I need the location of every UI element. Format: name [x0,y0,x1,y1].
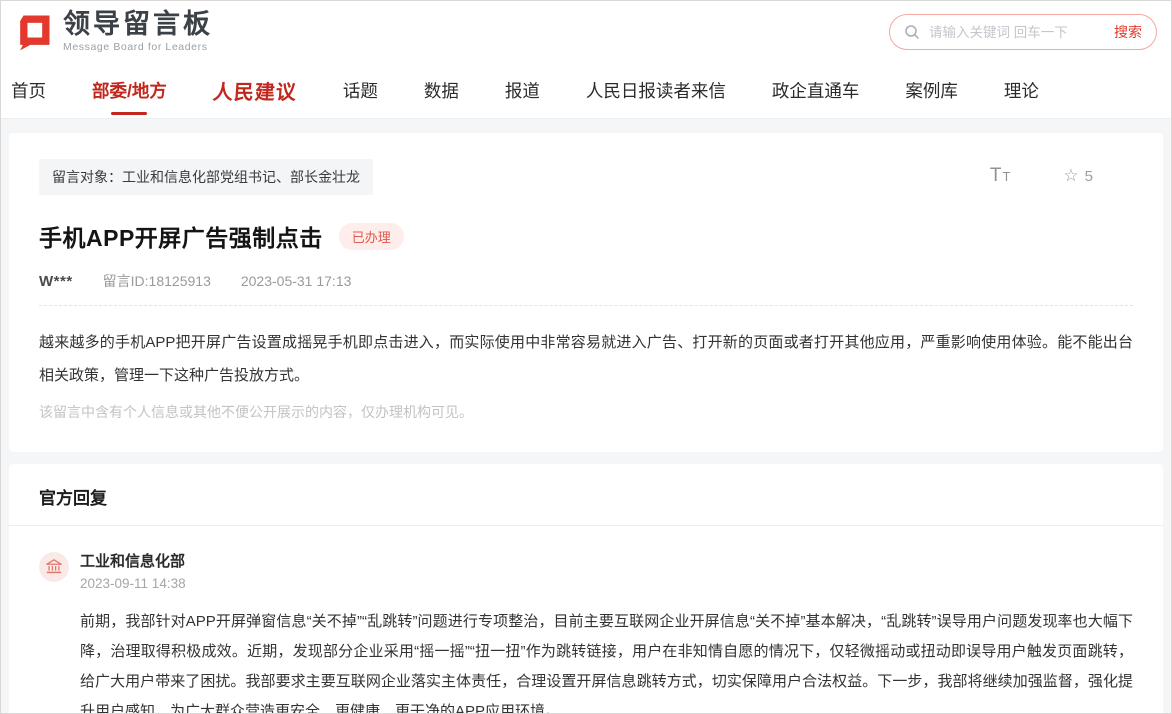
content-area: 留言对象：工业和信息化部党组书记、部长金壮龙 TT ☆ 5 手机APP开屏广告强… [1,119,1171,714]
message-title: 手机APP开屏广告强制点击 [39,219,323,253]
message-body: 越来越多的手机APP把开屏广告设置成摇晃手机即点击进入，而实际使用中非常容易就进… [39,326,1133,392]
message-timestamp: 2023-05-31 17:13 [241,273,352,289]
logo-subtitle: Message Board for Leaders [63,42,213,53]
privacy-note: 该留言中含有个人信息或其他不便公开展示的内容，仅办理机构可见。 [39,402,1133,422]
nav-item-home[interactable]: 首页 [11,78,46,103]
reply-section-header: 官方回复 [9,464,1163,526]
nav-item-reader-letters[interactable]: 人民日报读者来信 [586,78,726,103]
reply-body: 前期，我部针对APP开屏弹窗信息“关不掉”“乱跳转”问题进行专项整治，目前主要互… [80,607,1133,714]
message-toprow: 留言对象：工业和信息化部党组书记、部长金壮龙 TT ☆ 5 [39,159,1133,195]
reply-content: 工业和信息化部 2023-09-11 14:38 前期，我部针对APP开屏弹窗信… [80,550,1133,714]
message-author: W*** [39,273,73,290]
active-tab-underline [111,112,147,115]
nav-item-data[interactable]: 数据 [424,78,459,103]
nav-item-reports[interactable]: 报道 [505,78,540,103]
message-id: 留言ID:18125913 [103,271,211,291]
official-reply-card: 官方回复 工业和信息化部 2023-09-11 14:38 [9,464,1163,714]
reply-item: 工业和信息化部 2023-09-11 14:38 前期，我部针对APP开屏弹窗信… [9,526,1163,714]
nav-item-label: 部委/地方 [92,81,167,101]
favorite-control[interactable]: ☆ 5 [1063,166,1093,186]
search-input[interactable] [929,25,1114,40]
message-meta: W*** 留言ID:18125913 2023-05-31 17:13 [39,271,1133,291]
site-header: 领导留言板 Message Board for Leaders 搜索 [1,1,1171,63]
search-icon [904,24,920,40]
site-logo[interactable]: 领导留言板 Message Board for Leaders [11,10,213,54]
search-box[interactable]: 搜索 [889,14,1157,50]
message-card: 留言对象：工业和信息化部党组书记、部长金壮龙 TT ☆ 5 手机APP开屏广告强… [9,133,1163,452]
message-title-row: 手机APP开屏广告强制点击 已办理 [39,219,1133,253]
nav-item-case-library[interactable]: 案例库 [905,78,958,103]
font-size-control[interactable]: TT [990,165,1012,187]
avatar [39,552,69,582]
message-tools: TT ☆ 5 [990,165,1133,187]
reply-section-title: 官方回复 [39,484,1133,509]
star-count: 5 [1085,168,1093,185]
nav-item-ministries[interactable]: 部委/地方 [92,78,167,103]
reply-timestamp: 2023-09-11 14:38 [80,576,1133,591]
status-badge: 已办理 [339,223,404,250]
nav-item-topics[interactable]: 话题 [343,78,378,103]
main-nav: 首页 部委/地方 人民建议 话题 数据 报道 人民日报读者来信 政企直通车 案例… [1,63,1171,119]
font-size-small: T [1002,169,1011,184]
search-button[interactable]: 搜索 [1114,22,1142,42]
star-icon: ☆ [1063,166,1078,186]
font-size-large: T [990,165,1003,186]
nav-item-gov-enterprise[interactable]: 政企直通车 [772,78,860,103]
logo-text: 领导留言板 Message Board for Leaders [63,11,213,53]
page: 领导留言板 Message Board for Leaders 搜索 首页 部委… [0,0,1172,714]
message-target-chip: 留言对象：工业和信息化部党组书记、部长金壮龙 [39,159,373,195]
nav-item-theory[interactable]: 理论 [1004,78,1039,103]
reply-agency-name: 工业和信息化部 [80,550,1133,571]
logo-icon [11,10,55,54]
divider [39,305,1133,306]
nav-item-peoples-suggestions[interactable]: 人民建议 [212,76,298,105]
logo-title: 领导留言板 [63,11,213,38]
government-building-icon [45,558,63,576]
